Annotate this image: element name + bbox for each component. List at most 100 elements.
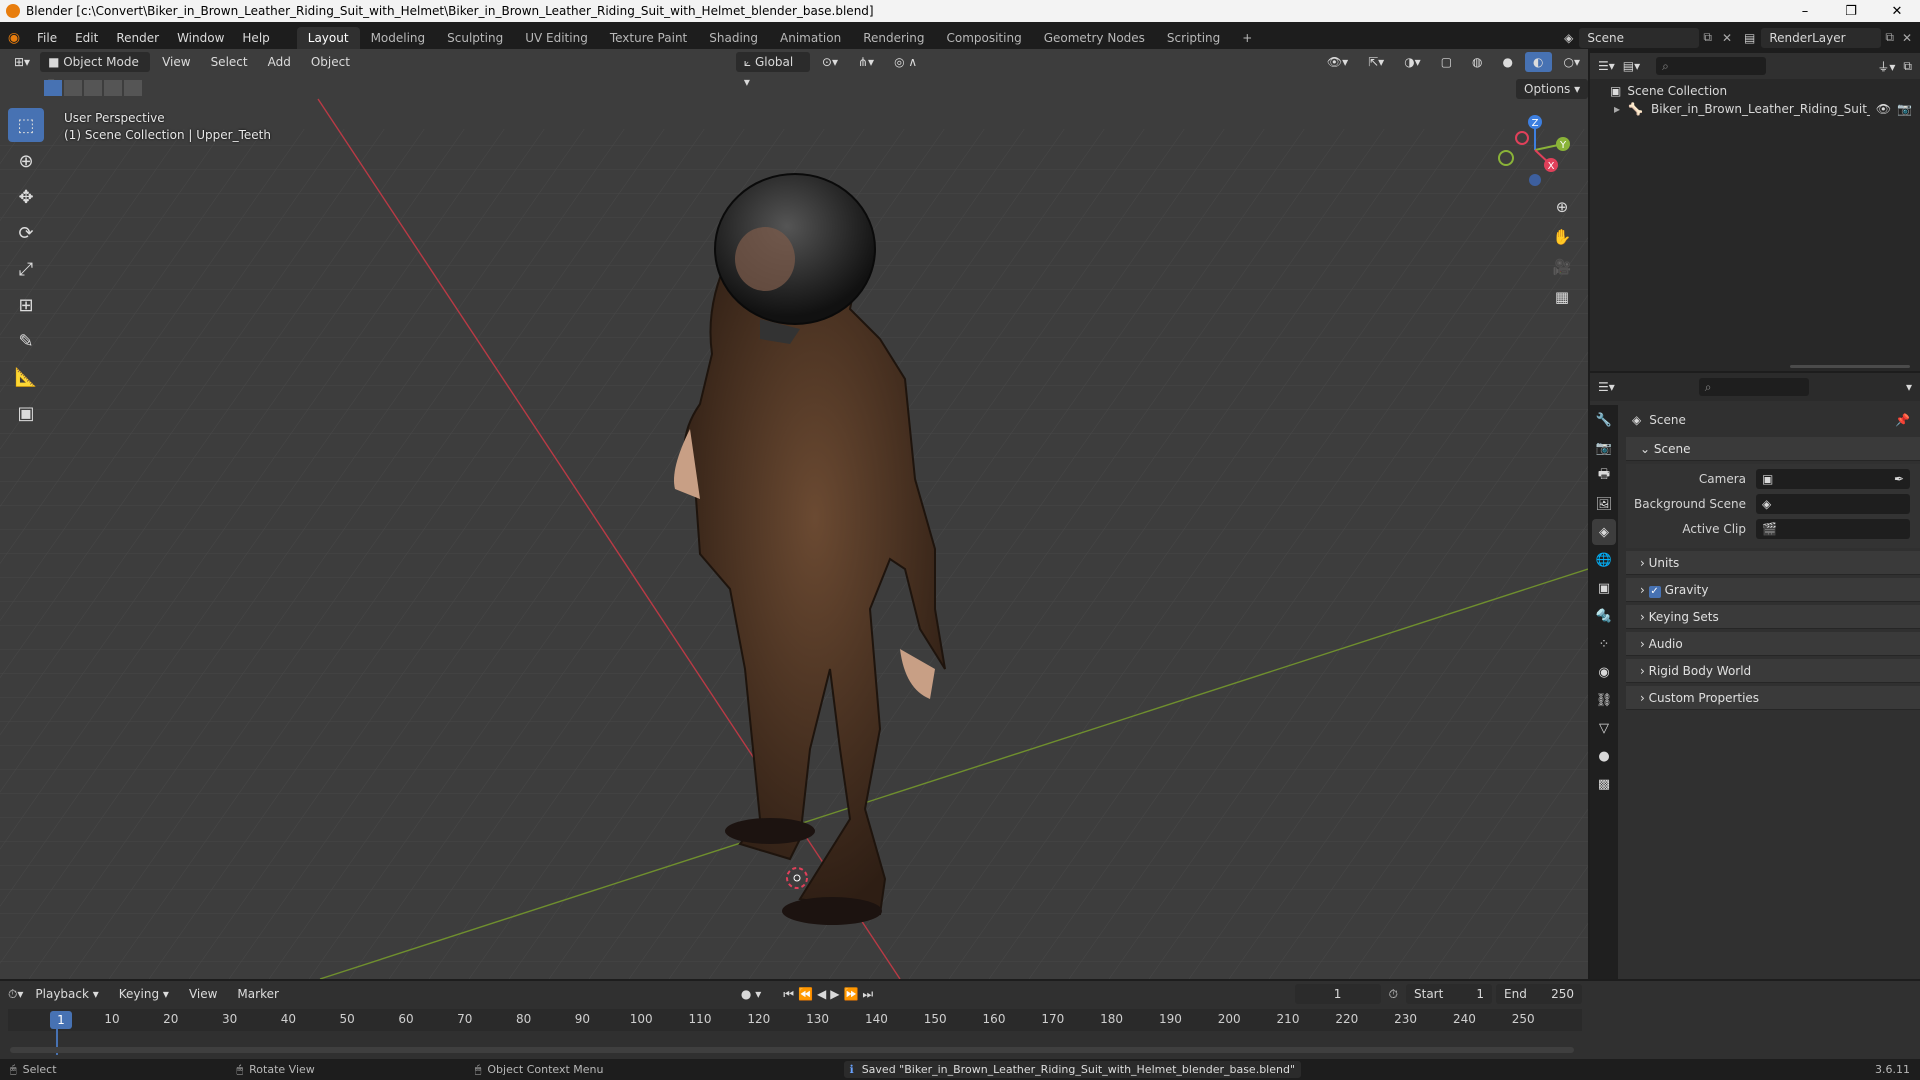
jump-end-icon[interactable]: ⏭ xyxy=(862,987,873,1002)
jump-start-icon[interactable]: ⏮ xyxy=(783,987,794,1002)
shading-material-icon[interactable]: ◐ xyxy=(1525,52,1552,72)
xray-icon[interactable]: ▢ xyxy=(1433,52,1460,72)
start-frame-field[interactable]: Start 1 xyxy=(1406,984,1492,1004)
background-scene-field[interactable]: ◈ xyxy=(1756,494,1910,514)
scale-tool[interactable]: ⤢ xyxy=(8,252,44,286)
properties-search-input[interactable]: ⌕ xyxy=(1698,378,1809,396)
playhead-marker[interactable]: 1 xyxy=(50,1011,72,1029)
timeline-scrollbar[interactable] xyxy=(10,1047,1574,1053)
menu-select[interactable]: Select xyxy=(203,52,256,72)
record-icon[interactable]: ● ▾ xyxy=(741,987,761,1001)
camera-field[interactable]: ▣ ✒ xyxy=(1756,469,1910,489)
menu-render[interactable]: Render xyxy=(107,27,168,49)
end-frame-field[interactable]: End 250 xyxy=(1496,984,1582,1004)
scene-tab-icon[interactable]: ◈ xyxy=(1592,519,1616,545)
cursor-tool[interactable]: ⊕ xyxy=(8,144,44,178)
ortho-grid-icon[interactable]: ▦ xyxy=(1548,283,1576,311)
keying-menu[interactable]: Keying ▾ xyxy=(111,984,177,1004)
menu-add[interactable]: Add xyxy=(260,52,299,72)
gizmo-neg-z-icon[interactable] xyxy=(1529,174,1541,186)
pan-hand-icon[interactable]: ✋ xyxy=(1548,223,1576,251)
select-intersect-icon[interactable] xyxy=(124,80,142,96)
playback-menu[interactable]: Playback ▾ xyxy=(27,984,106,1004)
stopwatch-icon[interactable]: ⏱ xyxy=(1389,987,1398,1002)
scene-selector[interactable]: Scene xyxy=(1579,27,1700,48)
outliner-search-input[interactable]: ⌕ xyxy=(1656,57,1767,75)
menu-file[interactable]: File xyxy=(28,27,66,49)
new-renderlayer-icon[interactable]: ⧉ xyxy=(1881,30,1898,45)
select-subtract-icon[interactable] xyxy=(84,80,102,96)
tool-tab-icon[interactable]: 🔧 xyxy=(1592,407,1616,433)
select-invert-icon[interactable] xyxy=(104,80,122,96)
outliner-editor-type-icon[interactable]: ☰▾ xyxy=(1598,59,1615,73)
navigation-gizmo[interactable]: Z Y X xyxy=(1490,110,1580,190)
active-clip-field[interactable]: 🎬 xyxy=(1756,519,1910,539)
filter-icon[interactable]: ⏚▾ xyxy=(1877,58,1895,75)
material-tab-icon[interactable]: ● xyxy=(1592,743,1616,769)
delete-renderlayer-icon[interactable]: ✕ xyxy=(1898,31,1920,45)
panel-units[interactable]: › Units xyxy=(1626,551,1920,575)
snap-icon[interactable]: ⋔▾ xyxy=(850,52,882,72)
menu-object[interactable]: Object xyxy=(303,52,358,72)
play-reverse-icon[interactable]: ◀ xyxy=(817,987,826,1001)
workspace-tab-rendering[interactable]: Rendering xyxy=(852,27,935,49)
gizmo-neg-y-icon[interactable] xyxy=(1498,150,1514,166)
marker-menu[interactable]: Marker xyxy=(229,984,286,1004)
zoom-icon[interactable]: ⊕ xyxy=(1548,193,1576,221)
maximize-button[interactable]: ❐ xyxy=(1828,4,1874,19)
delete-scene-icon[interactable]: ✕ xyxy=(1716,31,1738,45)
world-tab-icon[interactable]: 🌐 xyxy=(1592,547,1616,573)
new-collection-icon[interactable]: ⧉ xyxy=(1903,59,1912,74)
shading-solid-icon[interactable]: ● xyxy=(1495,52,1521,72)
rotate-tool[interactable]: ⟳ xyxy=(8,216,44,250)
workspace-tab-layout[interactable]: Layout xyxy=(296,26,360,49)
workspace-tab-uv-editing[interactable]: UV Editing xyxy=(514,27,599,49)
texture-tab-icon[interactable]: ▩ xyxy=(1592,771,1616,797)
select-extend-icon[interactable] xyxy=(64,80,82,96)
panel-gravity[interactable]: › ✓ Gravity xyxy=(1626,578,1920,602)
view-layer-tab-icon[interactable]: 🖼 xyxy=(1592,491,1616,517)
particles-tab-icon[interactable]: ⁘ xyxy=(1592,631,1616,657)
select-new-icon[interactable] xyxy=(44,80,62,96)
camera-render-icon[interactable]: 📷 xyxy=(1897,102,1912,116)
workspace-tab-scripting[interactable]: Scripting xyxy=(1156,27,1231,49)
properties-editor-type-icon[interactable]: ☰▾ xyxy=(1598,380,1615,394)
timeline-editor-type-icon[interactable]: ⏱▾ xyxy=(8,987,23,1002)
pivot-point-icon[interactable]: ⊙▾ xyxy=(814,52,846,72)
3d-viewport[interactable] xyxy=(0,49,1588,979)
outliner-scrollbar[interactable] xyxy=(1790,365,1910,368)
add-workspace-button[interactable]: + xyxy=(1231,27,1263,49)
renderlayer-selector[interactable]: RenderLayer xyxy=(1761,27,1882,48)
menu-window[interactable]: Window xyxy=(168,27,233,49)
panel-keying-sets[interactable]: › Keying Sets xyxy=(1626,605,1920,629)
modifier-tab-icon[interactable]: 🔩 xyxy=(1592,603,1616,629)
outliner-row-scene-collection[interactable]: ▣ Scene Collection xyxy=(1590,79,1920,99)
move-tool[interactable]: ✥ xyxy=(8,180,44,214)
workspace-tab-sculpting[interactable]: Sculpting xyxy=(436,27,514,49)
current-frame-field[interactable]: 1 xyxy=(1294,984,1381,1004)
panel-custom-properties[interactable]: › Custom Properties xyxy=(1626,686,1920,710)
data-tab-icon[interactable]: ▽ xyxy=(1592,715,1616,741)
workspace-tab-texture-paint[interactable]: Texture Paint xyxy=(599,27,698,49)
proportional-editing-icon[interactable]: ◎ ∧ xyxy=(886,52,925,72)
workspace-tab-modeling[interactable]: Modeling xyxy=(360,27,437,49)
timeline-view-menu[interactable]: View xyxy=(181,984,225,1004)
constraints-tab-icon[interactable]: ⛓ xyxy=(1592,687,1616,713)
close-button[interactable]: ✕ xyxy=(1874,4,1920,19)
gravity-checkbox[interactable]: ✓ xyxy=(1648,586,1661,598)
options-button[interactable]: Options ▾ xyxy=(1516,79,1589,99)
visibility-icon[interactable]: 👁▾ xyxy=(1319,52,1356,72)
minimize-button[interactable]: – xyxy=(1782,4,1828,19)
render-tab-icon[interactable]: 📷 xyxy=(1592,435,1616,461)
shading-rendered-icon[interactable]: ○▾ xyxy=(1556,52,1589,72)
expand-arrow-icon[interactable]: ▸ xyxy=(1614,102,1620,116)
transform-orientation-selector[interactable]: ⟀ Global ▾ xyxy=(735,52,810,89)
camera-view-icon[interactable]: 🎥 xyxy=(1548,253,1576,281)
outliner-row-object[interactable]: ▸ 🦴 Biker_in_Brown_Leather_Riding_Suit_w… xyxy=(1590,99,1920,119)
gizmo-neg-x-icon[interactable] xyxy=(1515,131,1529,145)
measure-tool[interactable]: 📐 xyxy=(8,360,44,394)
panel-scene[interactable]: ⌄ Scene xyxy=(1626,437,1920,461)
transform-tool[interactable]: ⊞ xyxy=(8,288,44,322)
workspace-tab-geometry-nodes[interactable]: Geometry Nodes xyxy=(1033,27,1156,49)
eye-visibility-icon[interactable]: 👁 xyxy=(1876,102,1891,116)
